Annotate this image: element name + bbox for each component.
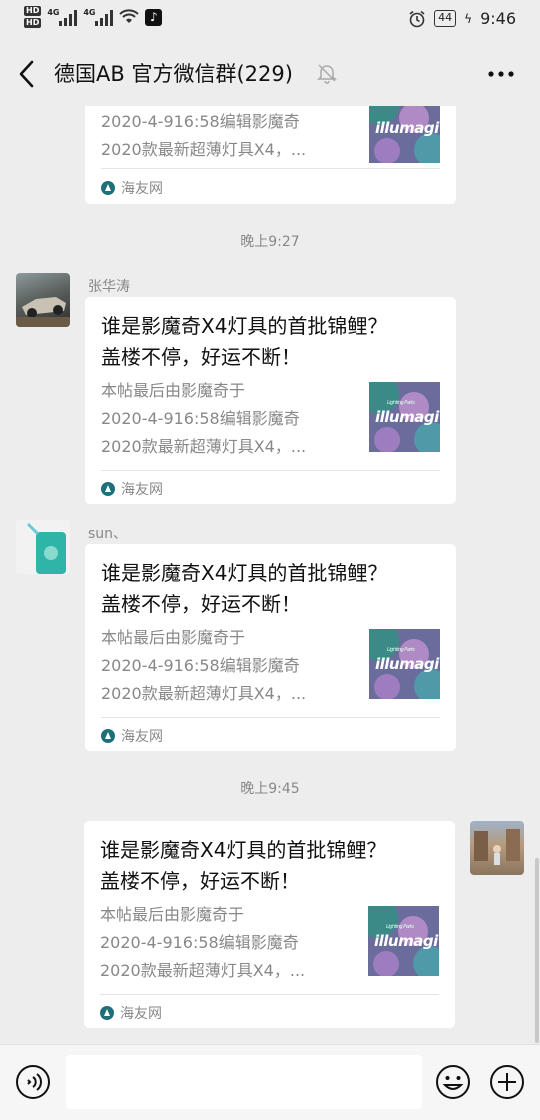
card-title-line: 盖楼不停，好运不断！ bbox=[101, 345, 301, 369]
emoji-icon[interactable] bbox=[435, 1064, 471, 1100]
card-desc-line: 2020-4-916:58编辑影魔奇 bbox=[101, 112, 300, 131]
card-desc-line: 2020款最新超薄灯具X4，... bbox=[101, 684, 307, 703]
source-name: 海友网 bbox=[121, 181, 163, 197]
card-desc-line: 2020款最新超薄灯具X4，... bbox=[101, 140, 307, 159]
card-desc-line: 2020款最新超薄灯具X4，... bbox=[101, 437, 307, 456]
card-desc-line: 2020款最新超薄灯具X4，... bbox=[100, 961, 306, 980]
card-desc-line: 本帖最后由影魔奇于 bbox=[100, 905, 245, 924]
sender-name: 张华涛 bbox=[88, 279, 130, 295]
chat-message-list[interactable]: 2020-4-916:58编辑影魔奇 2020款最新超薄灯具X4，... ill… bbox=[0, 106, 540, 1044]
card-title-line: 盖楼不停，好运不断！ bbox=[101, 592, 301, 616]
card-title-line: 谁是影魔奇X4灯具的首批锦鲤？ bbox=[101, 561, 388, 585]
card-desc-line: 2020-4-916:58编辑影魔奇 bbox=[101, 656, 300, 675]
back-arrow-icon[interactable] bbox=[12, 56, 42, 92]
link-card[interactable]: 谁是影魔奇X4灯具的首批锦鲤？ 盖楼不停，好运不断！ 本帖最后由影魔奇于 202… bbox=[85, 544, 456, 751]
link-card[interactable]: 2020-4-916:58编辑影魔奇 2020款最新超薄灯具X4，... ill… bbox=[85, 106, 456, 204]
card-desc-line: 2020-4-916:58编辑影魔奇 bbox=[101, 409, 300, 428]
chat-title: 德国AB 官方微信群(229) bbox=[54, 62, 293, 86]
article-thumbnail: Lighting Parts illumagi bbox=[368, 906, 439, 976]
source-name: 海友网 bbox=[120, 1006, 162, 1022]
article-thumbnail: Lighting Parts illumagi bbox=[369, 382, 440, 452]
thumbnail-brand: Lighting Parts illumagi bbox=[374, 924, 438, 950]
street-photo-avatar[interactable] bbox=[470, 821, 524, 875]
card-description: 本帖最后由影魔奇于 2020-4-916:58编辑影魔奇 2020款最新超薄灯具… bbox=[100, 901, 350, 985]
card-title: 谁是影魔奇X4灯具的首批锦鲤？ 盖楼不停，好运不断！ bbox=[101, 558, 441, 620]
thumbnail-tagline: Lighting Parts bbox=[386, 924, 414, 930]
thumbnail-brand: Lighting Parts illumagi bbox=[375, 647, 439, 673]
card-desc-line: 本帖最后由影魔奇于 bbox=[101, 628, 246, 647]
chat-header: 德国AB 官方微信群(229) bbox=[0, 42, 540, 106]
card-source: 海友网 bbox=[100, 1003, 162, 1023]
message-input[interactable] bbox=[66, 1055, 422, 1109]
card-title-line: 谁是影魔奇X4灯具的首批锦鲤？ bbox=[100, 838, 387, 862]
card-source: 海友网 bbox=[101, 479, 163, 499]
battery-icon: 44 bbox=[434, 10, 457, 27]
tiktok-icon: ♪ bbox=[145, 8, 163, 26]
source-logo-icon bbox=[101, 482, 115, 496]
clock-time: 9:46 bbox=[480, 9, 516, 28]
card-title: 谁是影魔奇X4灯具的首批锦鲤？ 盖楼不停，好运不断！ bbox=[100, 835, 440, 897]
muted-bell-icon bbox=[317, 64, 337, 84]
article-thumbnail: Lighting Parts illumagi bbox=[369, 629, 440, 699]
more-options-icon[interactable] bbox=[486, 62, 516, 86]
network-type-1: 4G bbox=[47, 8, 60, 17]
card-description: 2020-4-916:58编辑影魔奇 2020款最新超薄灯具X4，... bbox=[101, 108, 351, 164]
source-name: 海友网 bbox=[121, 729, 163, 745]
source-logo-icon bbox=[101, 181, 115, 195]
card-description: 本帖最后由影魔奇于 2020-4-916:58编辑影魔奇 2020款最新超薄灯具… bbox=[101, 624, 351, 708]
source-name: 海友网 bbox=[121, 482, 163, 498]
hd-label-2: HD bbox=[24, 18, 42, 28]
charging-icon: ϟ bbox=[464, 11, 473, 26]
link-card[interactable]: 谁是影魔奇X4灯具的首批锦鲤？ 盖楼不停，好运不断！ 本帖最后由影魔奇于 202… bbox=[85, 297, 456, 504]
alarm-icon bbox=[409, 10, 425, 27]
message-input-bar bbox=[0, 1044, 540, 1120]
card-title: 谁是影魔奇X4灯具的首批锦鲤？ 盖楼不停，好运不断！ bbox=[101, 311, 441, 373]
time-divider: 晚上9:45 bbox=[240, 781, 300, 797]
thumbnail-tagline: Lighting Parts bbox=[387, 400, 415, 406]
thumbnail-tagline: Lighting Parts bbox=[387, 647, 415, 653]
time-divider: 晚上9:27 bbox=[240, 234, 300, 250]
source-logo-icon bbox=[101, 729, 115, 743]
link-card[interactable]: 谁是影魔奇X4灯具的首批锦鲤？ 盖楼不停，好运不断！ 本帖最后由影魔奇于 202… bbox=[84, 821, 455, 1028]
plus-icon[interactable] bbox=[489, 1064, 525, 1100]
thumbnail-brand-text: illumagi bbox=[375, 408, 439, 426]
card-source: 海友网 bbox=[101, 726, 163, 746]
card-title-line: 谁是影魔奇X4灯具的首批锦鲤？ bbox=[101, 314, 388, 338]
source-logo-icon bbox=[100, 1006, 114, 1020]
wifi-icon bbox=[119, 9, 140, 23]
article-thumbnail: illumagi bbox=[369, 106, 440, 163]
thumbnail-brand-text: illumagi bbox=[375, 119, 439, 137]
card-desc-line: 2020-4-916:58编辑影魔奇 bbox=[100, 933, 299, 952]
card-source: 海友网 bbox=[101, 178, 163, 198]
bag-avatar[interactable] bbox=[16, 520, 70, 574]
race-car-avatar[interactable] bbox=[16, 273, 70, 327]
status-bar: HD HD 4G 4G ♪ 44 ϟ 9:46 bbox=[0, 0, 540, 42]
signal-icon-1: 4G bbox=[47, 8, 78, 26]
thumbnail-brand: Lighting Parts illumagi bbox=[375, 400, 439, 426]
thumbnail-brand-text: illumagi bbox=[375, 655, 439, 673]
network-type-2: 4G bbox=[83, 8, 96, 17]
voice-icon[interactable] bbox=[15, 1064, 51, 1100]
chat-scrollbar[interactable] bbox=[535, 858, 539, 1043]
card-description: 本帖最后由影魔奇于 2020-4-916:58编辑影魔奇 2020款最新超薄灯具… bbox=[101, 377, 351, 461]
card-title-line: 盖楼不停，好运不断！ bbox=[100, 869, 300, 893]
thumbnail-brand-text: illumagi bbox=[374, 932, 438, 950]
hd-label-1: HD bbox=[24, 6, 42, 16]
hd-indicator: HD HD bbox=[24, 6, 42, 28]
sender-name: sun、 bbox=[88, 526, 128, 542]
card-desc-line: 本帖最后由影魔奇于 bbox=[101, 381, 246, 400]
signal-icon-2: 4G bbox=[83, 8, 114, 26]
